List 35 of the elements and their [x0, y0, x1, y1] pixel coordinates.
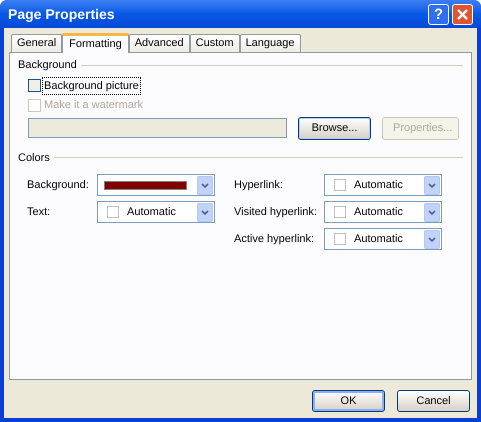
tab[interactable]: Advanced	[128, 34, 190, 52]
color-dropdown[interactable]: Automatic	[324, 228, 442, 250]
group-label: Colors	[18, 150, 50, 166]
color-swatch	[334, 179, 346, 191]
tab[interactable]: General	[11, 34, 62, 52]
dropdown-value: Automatic	[127, 204, 176, 220]
browse-button[interactable]: Browse...	[298, 116, 371, 140]
field-label: Text:	[27, 204, 52, 220]
color-dropdown[interactable]: Automatic	[97, 201, 215, 223]
dropdown-value: Automatic	[354, 232, 403, 247]
close-button[interactable]	[452, 4, 473, 24]
checkbox-label: Background picture	[43, 78, 140, 94]
group-label: Background	[18, 58, 77, 73]
tab[interactable]: Custom	[190, 34, 240, 52]
checkbox[interactable]	[28, 79, 41, 92]
tab[interactable]: Formatting	[62, 33, 129, 53]
color-dropdown[interactable]: Automatic	[324, 174, 442, 196]
dropdown-value: Automatic	[354, 204, 403, 220]
color-dropdown[interactable]	[97, 174, 215, 196]
field-label: Active hyperlink:	[234, 232, 316, 247]
field-label: Background:	[27, 178, 90, 193]
color-swatch	[334, 233, 346, 245]
field-label: Visited hyperlink:	[234, 204, 318, 220]
checkbox-label: Make it a watermark	[43, 98, 144, 113]
ok-button[interactable]: OK	[312, 390, 385, 412]
dropdown-value: Automatic	[354, 178, 403, 193]
field-label: Hyperlink:	[234, 178, 284, 193]
help-button[interactable]: ?	[428, 4, 449, 24]
close-icon	[457, 8, 468, 20]
color-swatch	[334, 206, 346, 218]
cancel-button[interactable]: Cancel	[397, 390, 470, 412]
color-swatch	[107, 206, 119, 218]
tab[interactable]: Language	[240, 34, 301, 52]
color-dropdown[interactable]: Automatic	[324, 201, 442, 223]
window-title: Page Properties	[8, 4, 116, 24]
